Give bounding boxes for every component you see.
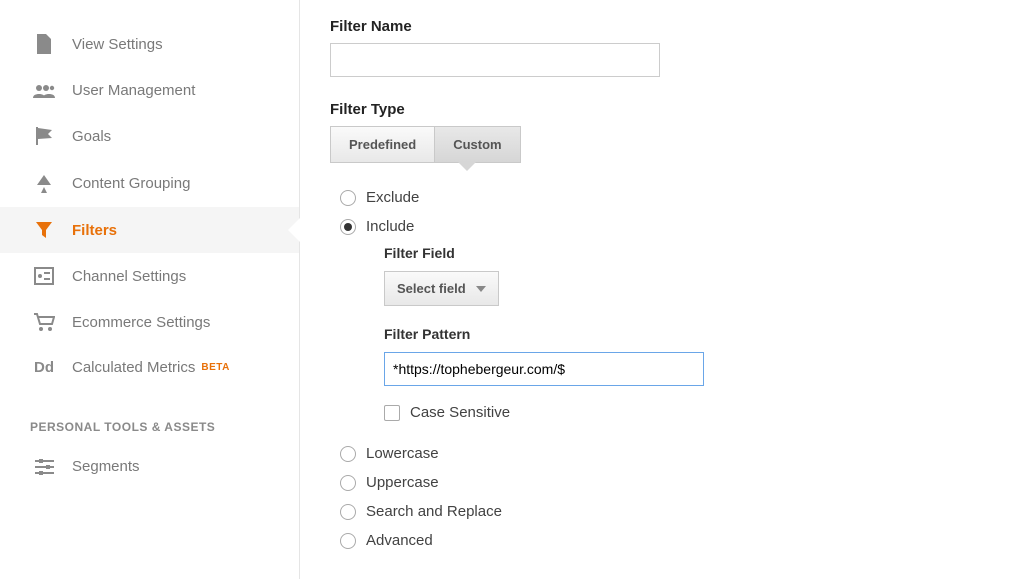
sidebar-item-label: View Settings [72,36,163,53]
filter-name-label: Filter Name [330,18,994,35]
sidebar-item-filters[interactable]: Filters [0,207,299,253]
radio-icon [340,533,356,549]
radio-icon [340,504,356,520]
radio-icon [340,190,356,206]
checkbox-icon [384,405,400,421]
select-field-text: Select field [397,281,466,296]
toggle-arrow-icon [458,162,476,171]
sidebar-item-label: Content Grouping [72,175,190,192]
beta-badge: BETA [201,362,229,373]
sidebar-item-channel-settings[interactable]: Channel Settings [0,253,299,299]
main-panel: Filter Name Filter Type Predefined Custo… [300,0,1024,579]
sidebar-item-ecommerce-settings[interactable]: Ecommerce Settings [0,299,299,345]
filter-pattern-label: Filter Pattern [384,326,994,342]
funnel-icon [30,221,58,239]
section-header-personal-tools: PERSONAL TOOLS & ASSETS [0,390,299,444]
page-icon [30,34,58,54]
checkbox-label: Case Sensitive [410,404,510,421]
filter-type-label: Filter Type [330,101,994,118]
radio-label: Search and Replace [366,503,502,520]
sidebar-item-label: Segments [72,458,140,475]
filter-type-toggle: Predefined Custom [330,126,521,163]
sidebar-item-view-settings[interactable]: View Settings [0,20,299,68]
radio-icon [340,219,356,235]
radio-uppercase[interactable]: Uppercase [330,468,994,497]
sidebar-item-content-grouping[interactable]: Content Grouping [0,159,299,207]
case-sensitive-checkbox[interactable]: Case Sensitive [384,404,994,421]
sidebar: View Settings User Management Goals Cont… [0,0,300,579]
segments-icon [30,459,58,475]
radio-label: Exclude [366,189,419,206]
radio-search-replace[interactable]: Search and Replace [330,497,994,526]
radio-label: Advanced [366,532,433,549]
radio-icon [340,475,356,491]
channel-icon [30,267,58,285]
radio-label: Lowercase [366,445,439,462]
sidebar-item-segments[interactable]: Segments [0,444,299,489]
flag-icon [30,127,58,145]
sidebar-item-user-management[interactable]: User Management [0,68,299,113]
filter-type-custom[interactable]: Custom [434,126,520,163]
sidebar-item-label: Goals [72,128,111,145]
filter-pattern-input[interactable] [384,352,704,386]
sidebar-item-goals[interactable]: Goals [0,113,299,159]
radio-exclude[interactable]: Exclude [330,183,994,212]
sidebar-item-label: Filters [72,222,117,239]
sidebar-item-label: User Management [72,82,195,99]
radio-label: Include [366,218,414,235]
radio-icon [340,446,356,462]
radio-label: Uppercase [366,474,439,491]
filter-field-label: Filter Field [384,245,994,261]
sidebar-item-label: Ecommerce Settings [72,314,210,331]
filter-type-predefined[interactable]: Predefined [330,126,434,163]
chevron-down-icon [476,286,486,292]
radio-advanced[interactable]: Advanced [330,526,994,555]
filter-name-input[interactable] [330,43,660,77]
sidebar-item-label: Calculated Metrics [72,359,195,376]
cart-icon [30,313,58,331]
users-icon [30,84,58,98]
filter-field-select[interactable]: Select field [384,271,499,306]
radio-include[interactable]: Include [330,212,994,241]
sidebar-item-label: Channel Settings [72,268,186,285]
content-grouping-icon [30,173,58,193]
radio-lowercase[interactable]: Lowercase [330,439,994,468]
dd-icon: Dd [30,359,58,376]
sidebar-item-calculated-metrics[interactable]: Dd Calculated Metrics BETA [0,345,299,390]
